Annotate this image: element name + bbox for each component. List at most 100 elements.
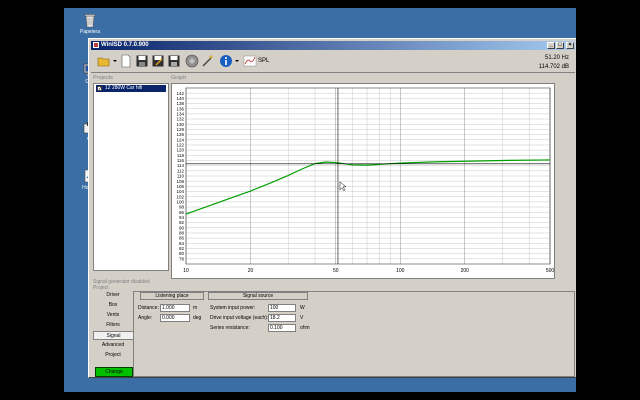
list-item[interactable]: ✓ 12 280W Car hifi [96, 85, 166, 92]
voltage-unit: V [300, 315, 304, 321]
sidebar-item-filters[interactable]: Filters [93, 321, 133, 330]
info-icon[interactable] [219, 54, 233, 68]
y-tick-label: 90 [179, 225, 185, 230]
y-tick-label: 106 [176, 184, 184, 189]
y-tick-label: 80 [179, 251, 185, 256]
open-folder-icon[interactable] [97, 54, 111, 68]
y-tick-label: 92 [179, 220, 185, 225]
spl-chart[interactable]: 7880828486889092949698100102104106108110… [172, 84, 554, 278]
distance-field[interactable]: 1.000 [160, 304, 190, 312]
sidebar: Driver Box Vents Filters Signal Advanced… [93, 291, 133, 377]
signal-panel: Listening place Signal source Distance: … [133, 291, 575, 377]
level-readout: 114.702 dB [538, 64, 569, 70]
sidebar-item-advanced[interactable]: Advanced [93, 341, 133, 350]
y-tick-label: 116 [177, 158, 185, 163]
x-tick-label: 10 [183, 268, 189, 274]
resistance-label: Series resistance: [210, 325, 250, 331]
driver-icon[interactable] [185, 54, 199, 68]
y-tick-label: 78 [179, 256, 185, 261]
y-tick-label: 98 [179, 205, 185, 210]
maximize-button[interactable]: □ [556, 42, 564, 49]
change-button[interactable]: Change [95, 367, 133, 377]
angle-field[interactable]: 0.000 [160, 314, 190, 322]
y-tick-label: 128 [176, 127, 184, 132]
signal-source-header: Signal source [208, 292, 308, 300]
save-icon[interactable] [135, 54, 149, 68]
projects-list[interactable]: ✓ 12 280W Car hifi [93, 83, 169, 271]
app-icon [93, 42, 99, 48]
spl-curve [185, 159, 551, 215]
sidebar-item-project[interactable]: Project [93, 351, 133, 360]
x-tick-label: 20 [248, 268, 254, 274]
y-tick-label: 86 [179, 236, 185, 241]
y-tick-label: 94 [179, 215, 185, 220]
voltage-field[interactable]: 18.2 [268, 314, 296, 322]
winisd-window: WinISD 0.7.0.900 _ □ × SPL 51.20 Hz 114.… [88, 38, 576, 378]
y-tick-label: 100 [176, 199, 184, 204]
y-tick-label: 142 [176, 91, 184, 96]
title-bar[interactable]: WinISD 0.7.0.900 _ □ × [91, 41, 575, 50]
y-tick-label: 82 [179, 246, 185, 251]
angle-unit: deg [193, 315, 202, 321]
power-field[interactable]: 100 [268, 304, 296, 312]
y-tick-label: 126 [176, 132, 184, 137]
cursor-readout: 51.20 Hz 114.702 dB [539, 54, 569, 72]
y-tick-label: 136 [176, 106, 184, 111]
angle-label: Angle: [138, 315, 153, 321]
distance-unit: m [193, 305, 198, 311]
resistance-unit: ohm [300, 325, 310, 331]
project-name: 12 280W Car hifi [105, 85, 143, 91]
x-tick-label: 200 [461, 268, 470, 274]
y-tick-label: 124 [176, 137, 184, 142]
y-tick-label: 84 [179, 241, 185, 246]
power-label: System input power: [210, 305, 256, 311]
spl-graph[interactable]: 78 80 82 84 86 88 90 92 94 96 98 100 102 104 106 108 110… [171, 83, 555, 279]
sidebar-item-vents[interactable]: Vents [93, 311, 133, 320]
y-tick-label: 96 [179, 210, 185, 215]
y-tick-label: 132 [176, 117, 184, 122]
new-document-icon[interactable] [119, 54, 133, 68]
y-tick-label: 108 [176, 179, 184, 184]
y-tick-label: 102 [176, 194, 184, 199]
chevron-down-icon[interactable] [112, 54, 118, 68]
project-checkbox[interactable]: ✓ [97, 86, 102, 92]
sidebar-item-signal[interactable]: Signal [93, 331, 133, 340]
x-tick-label: 50 [333, 268, 339, 274]
distance-label: Distance: [138, 305, 159, 311]
chevron-down-icon[interactable] [234, 54, 240, 68]
y-tick-label: 140 [176, 96, 184, 101]
desktop-icon-label: Papelera [79, 29, 100, 35]
y-tick-label: 114 [177, 163, 185, 168]
minimize-button[interactable]: _ [547, 42, 555, 49]
sidebar-item-box[interactable]: Box [93, 301, 133, 310]
sidebar-item-driver[interactable]: Driver [93, 291, 133, 300]
graph-label: Graph [171, 75, 187, 81]
frequency-readout: 51.20 Hz [544, 55, 569, 61]
window-title: WinISD 0.7.0.900 [101, 42, 149, 48]
close-button[interactable]: × [566, 42, 574, 49]
projects-label: Projects [93, 75, 113, 81]
toolbar: SPL 51.20 Hz 114.702 dB [91, 51, 575, 73]
x-tick-label: 100 [396, 268, 405, 274]
resistance-field[interactable]: 0.100 [268, 324, 296, 332]
desktop-icon-recycle-bin[interactable]: Papelera [68, 12, 112, 35]
wand-icon[interactable] [201, 54, 215, 68]
listening-place-header: Listening place [140, 292, 204, 300]
recycle-bin-icon [82, 12, 98, 28]
y-tick-label: 134 [176, 111, 184, 116]
screen: Papelera Con Wi Horn R WinISD 0.7.0.900 [0, 0, 640, 400]
spl-graph-icon[interactable] [243, 54, 257, 68]
spl-label[interactable]: SPL [258, 58, 269, 64]
y-tick-label: 104 [176, 189, 184, 194]
save-as-icon[interactable] [151, 54, 165, 68]
y-tick-label: 112 [177, 168, 185, 173]
power-unit: W [300, 305, 305, 311]
y-tick-label: 110 [177, 174, 185, 179]
desktop: Papelera Con Wi Horn R WinISD 0.7.0.900 [64, 8, 576, 392]
y-tick-label: 88 [179, 231, 185, 236]
mouse-pointer-icon [339, 181, 347, 192]
y-tick-label: 118 [177, 153, 185, 158]
y-tick-label: 120 [176, 148, 184, 153]
y-tick-label: 138 [176, 101, 184, 106]
save-all-icon[interactable] [167, 54, 181, 68]
